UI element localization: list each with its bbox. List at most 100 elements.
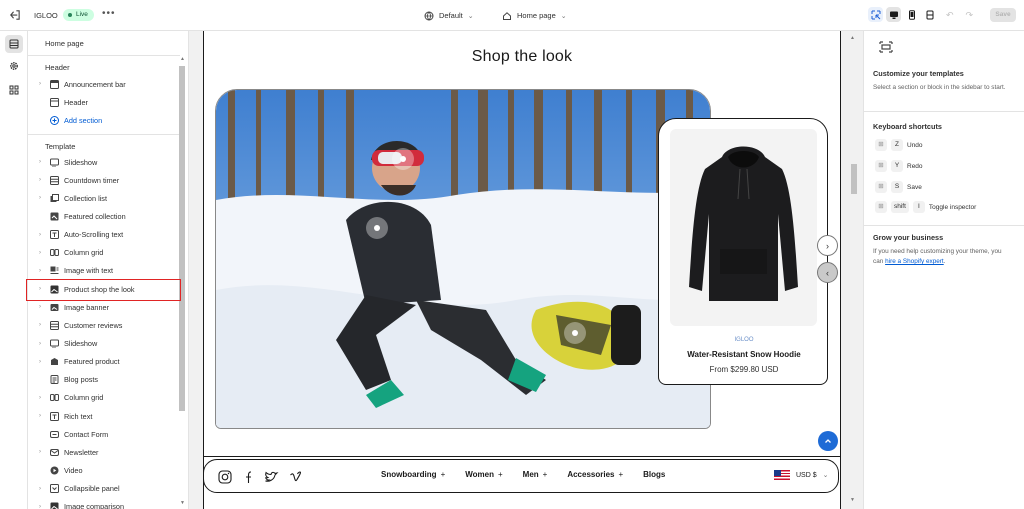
redo-icon[interactable]: ↷ bbox=[966, 10, 974, 21]
sidebar-scrollbar-thumb[interactable] bbox=[179, 66, 185, 411]
menu-item-blogs[interactable]: Blogs bbox=[643, 470, 665, 479]
chevron-right-icon[interactable]: › bbox=[35, 250, 45, 256]
product-card[interactable]: IGLOO Water-Resistant Snow Hoodie From $… bbox=[658, 118, 828, 385]
facebook-icon[interactable] bbox=[240, 469, 255, 484]
sidebar-item-rich-text[interactable]: › Rich text bbox=[35, 408, 178, 424]
sidebar-item-image-banner[interactable]: › Image banner bbox=[35, 299, 178, 315]
chevron-down-icon: ⌄ bbox=[560, 12, 567, 20]
scroll-to-top-button[interactable] bbox=[818, 431, 838, 451]
settings-rail-button[interactable] bbox=[5, 57, 23, 75]
sidebar-item-collapsible-panel[interactable]: › Collapsible panel bbox=[35, 481, 178, 497]
sidebar-item-label: Video bbox=[64, 466, 83, 476]
hotspot-marker[interactable] bbox=[564, 322, 586, 344]
command-key-icon: ⊞ bbox=[875, 160, 887, 172]
sidebar-item-label: Header bbox=[64, 97, 88, 107]
product-image[interactable] bbox=[670, 129, 817, 326]
save-button[interactable]: Save bbox=[990, 8, 1016, 22]
mobile-view-button[interactable] bbox=[904, 7, 919, 22]
view-toggle-group bbox=[868, 7, 937, 22]
chevron-right-icon[interactable]: › bbox=[35, 413, 45, 419]
sidebar-item-header[interactable]: Header bbox=[35, 94, 178, 110]
sidebar-item-image-comparison[interactable]: › Image comparison bbox=[35, 499, 178, 509]
fullscreen-view-button[interactable] bbox=[922, 7, 937, 22]
chevron-right-icon[interactable]: › bbox=[35, 177, 45, 183]
main-menu: Snowboarding + Women + Men + Accessories + B… bbox=[381, 470, 685, 479]
apps-rail-button[interactable] bbox=[5, 81, 23, 99]
menu-item-men[interactable]: Men + bbox=[523, 470, 548, 479]
preview-scrollbar-thumb[interactable] bbox=[851, 164, 857, 194]
customize-title: Customize your templates bbox=[873, 69, 964, 78]
sidebar-item-label: Slideshow bbox=[64, 157, 98, 167]
sidebar-item-featured-collection[interactable]: Featured collection bbox=[35, 208, 178, 224]
sections-sidebar: Home page Header › Announcement bar Head… bbox=[28, 31, 189, 509]
sidebar-item-image-with-text[interactable]: › Image with text bbox=[35, 263, 178, 279]
shortcuts-title: Keyboard shortcuts bbox=[873, 122, 942, 131]
menu-item-women[interactable]: Women + bbox=[465, 470, 502, 479]
exit-icon[interactable] bbox=[8, 9, 21, 22]
sidebar-item-video[interactable]: Video bbox=[35, 463, 178, 479]
previous-slide-button[interactable]: ‹ bbox=[817, 262, 838, 283]
undo-icon[interactable]: ↶ bbox=[946, 10, 954, 21]
columns-icon bbox=[49, 248, 59, 258]
more-actions-button[interactable]: ••• bbox=[102, 8, 116, 19]
menu-item-snowboarding[interactable]: Snowboarding + bbox=[381, 470, 445, 479]
sidebar-item-announcement-bar[interactable]: › Announcement bar bbox=[35, 76, 178, 92]
sidebar-title: Home page bbox=[45, 39, 84, 48]
menu-item-accessories[interactable]: Accessories + bbox=[567, 470, 623, 479]
sections-rail-button[interactable] bbox=[5, 35, 23, 53]
chevron-right-icon[interactable]: › bbox=[35, 359, 45, 365]
sidebar-item-blog-posts[interactable]: Blog posts bbox=[35, 372, 178, 388]
twitter-icon[interactable] bbox=[264, 469, 279, 484]
currency-selector[interactable]: USD $ ⌄ bbox=[774, 470, 829, 480]
instagram-icon[interactable] bbox=[217, 469, 232, 484]
sidebar-item-column-grid[interactable]: › Column grid bbox=[35, 390, 178, 406]
product-name[interactable]: Water-Resistant Snow Hoodie bbox=[659, 350, 829, 359]
chevron-right-icon[interactable]: › bbox=[35, 504, 45, 509]
next-slide-button[interactable]: › bbox=[817, 235, 838, 256]
chevron-right-icon[interactable]: › bbox=[35, 304, 45, 310]
apps-icon bbox=[9, 85, 19, 95]
sidebar-item-collection-list[interactable]: › Collection list bbox=[35, 190, 178, 206]
sidebar-item-customer-reviews[interactable]: › Customer reviews bbox=[35, 317, 178, 333]
hire-expert-link[interactable]: hire a Shopify expert bbox=[885, 258, 944, 265]
preview-scrollbar[interactable] bbox=[846, 31, 860, 509]
chevron-right-icon[interactable]: › bbox=[35, 486, 45, 492]
inspector-icon bbox=[871, 10, 880, 19]
shop-the-look-image bbox=[215, 89, 711, 429]
sidebar-item-column-grid[interactable]: › Column grid bbox=[35, 245, 178, 261]
chevron-right-icon[interactable]: › bbox=[35, 395, 45, 401]
desktop-view-button[interactable] bbox=[886, 7, 901, 22]
sidebar-item-contact-form[interactable]: Contact Form bbox=[35, 426, 178, 442]
inspector-toggle-button[interactable] bbox=[868, 7, 883, 22]
sidebar-item-countdown-timer[interactable]: › Countdown timer bbox=[35, 172, 178, 188]
sidebar-item-slideshow[interactable]: › Slideshow bbox=[35, 154, 178, 170]
scroll-down-arrow[interactable]: ▼ bbox=[180, 500, 185, 506]
chevron-right-icon[interactable]: › bbox=[35, 81, 45, 87]
add-section-button[interactable]: Add section bbox=[35, 112, 178, 128]
chevron-right-icon[interactable]: › bbox=[35, 159, 45, 165]
sidebar-item-newsletter[interactable]: › Newsletter bbox=[35, 444, 178, 460]
sidebar-item-featured-product[interactable]: › Featured product bbox=[35, 354, 178, 370]
plus-circle-icon bbox=[49, 115, 59, 125]
sidebar-item-auto-scrolling-text[interactable]: › Auto-Scrolling text bbox=[35, 227, 178, 243]
chevron-right-icon[interactable]: › bbox=[35, 268, 45, 274]
hotspot-marker[interactable] bbox=[366, 217, 388, 239]
chevron-right-icon[interactable]: › bbox=[35, 195, 45, 201]
grow-text: If you need help customizing your theme,… bbox=[873, 248, 1002, 265]
scroll-up-arrow[interactable]: ▲ bbox=[180, 56, 185, 62]
sidebar-item-label: Newsletter bbox=[64, 447, 99, 457]
sidebar-item-slideshow[interactable]: › Slideshow bbox=[35, 336, 178, 352]
vimeo-icon[interactable] bbox=[288, 469, 303, 484]
customize-text: Select a section or block in the sidebar… bbox=[873, 84, 1006, 91]
chevron-right-icon[interactable]: › bbox=[35, 449, 45, 455]
hotspot-marker[interactable] bbox=[392, 148, 414, 170]
chevron-right-icon[interactable]: › bbox=[35, 322, 45, 328]
chevron-left-icon: ‹ bbox=[826, 267, 829, 278]
theme-selector[interactable]: Default ⌄ bbox=[424, 9, 474, 22]
scroll-down-arrow[interactable]: ▼ bbox=[850, 497, 855, 503]
chevron-right-icon[interactable]: › bbox=[35, 341, 45, 347]
scroll-up-arrow[interactable]: ▲ bbox=[850, 35, 855, 41]
chevron-right-icon[interactable]: › bbox=[35, 232, 45, 238]
page-selector[interactable]: Home page ⌄ bbox=[502, 9, 567, 22]
divider bbox=[28, 134, 180, 135]
